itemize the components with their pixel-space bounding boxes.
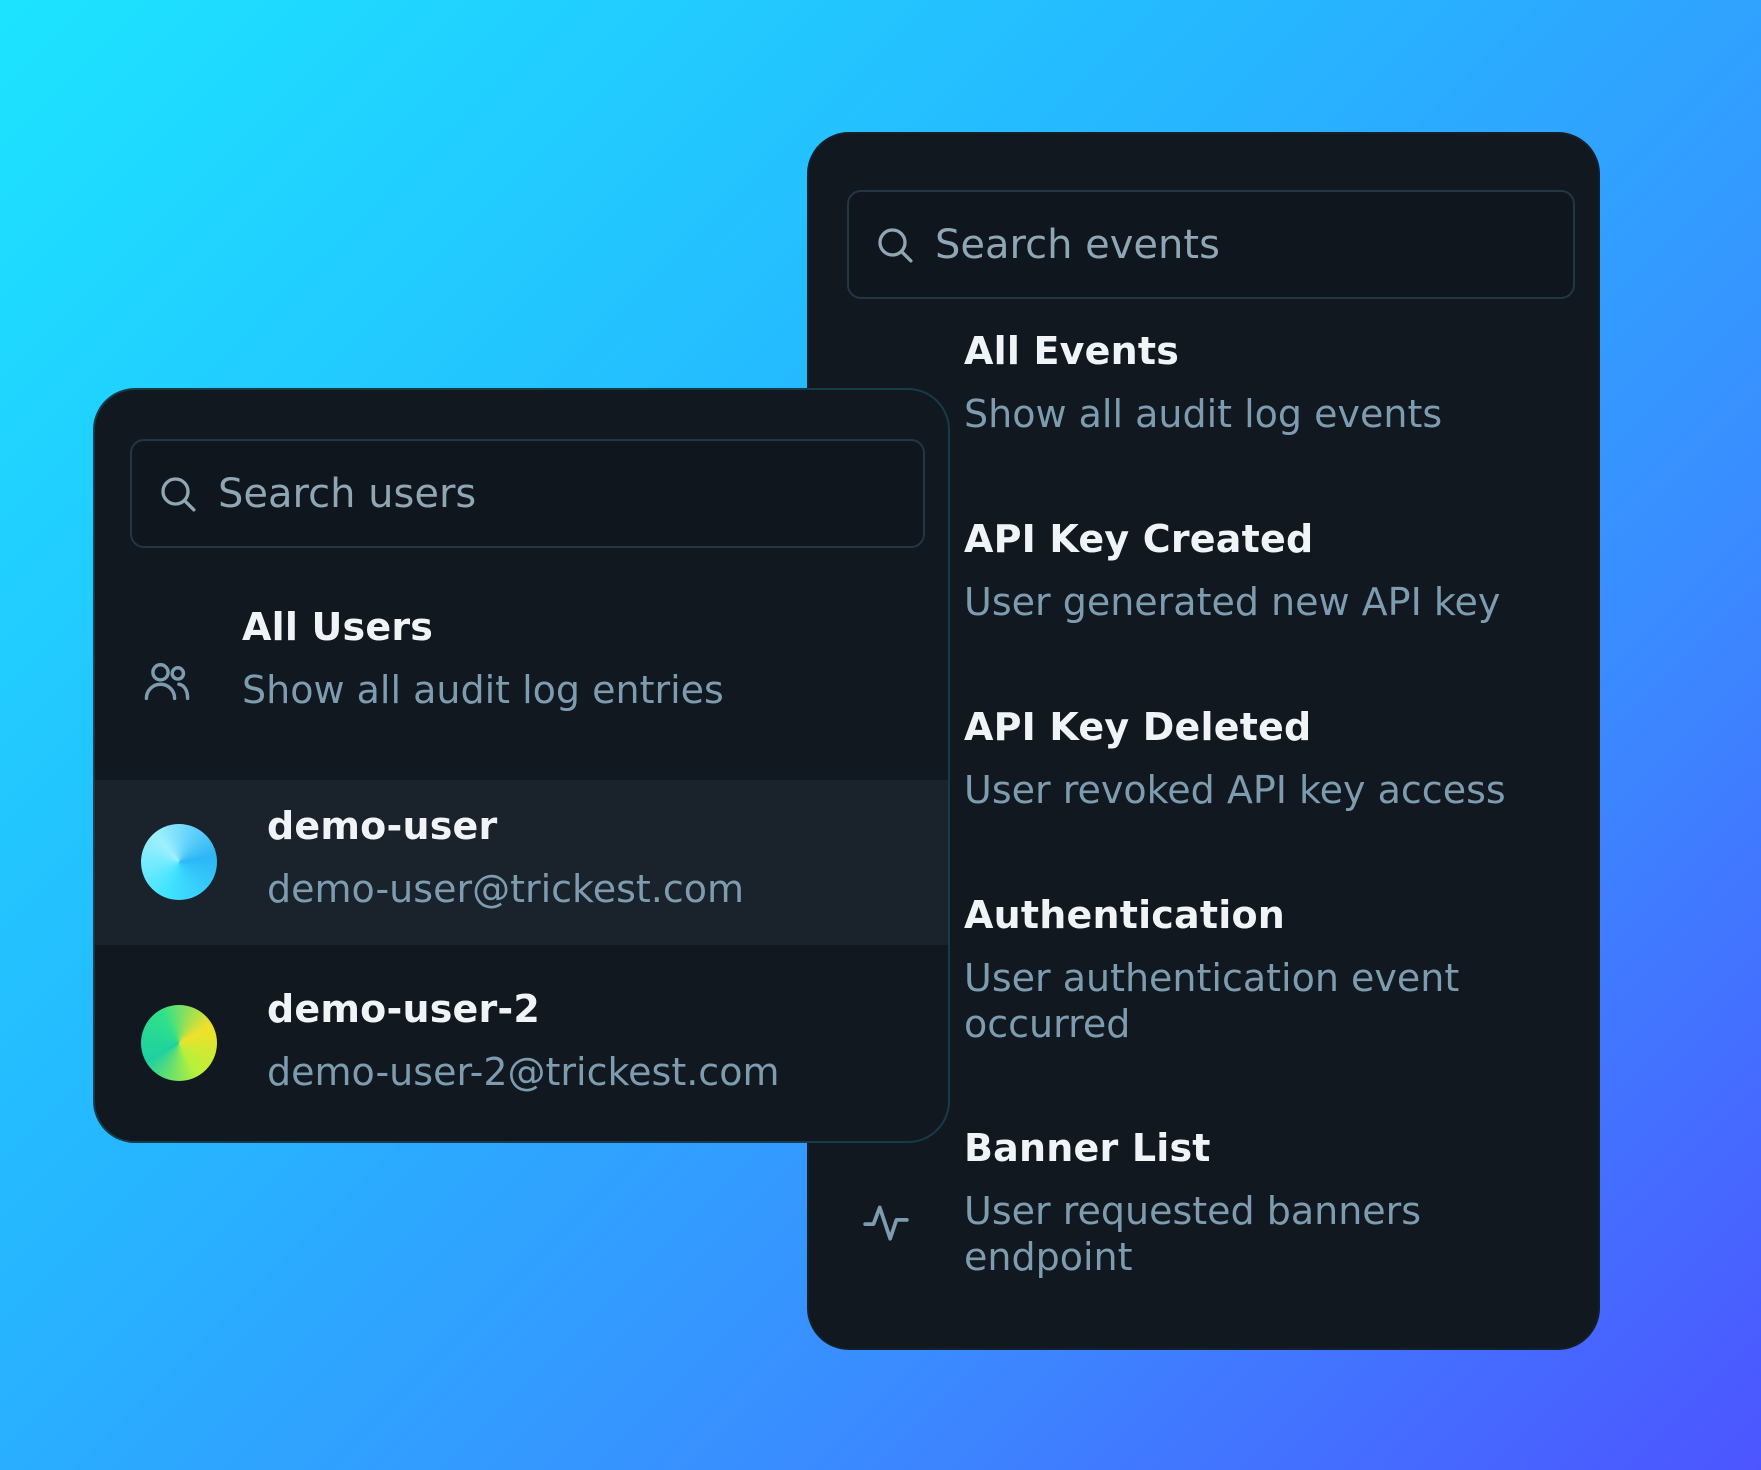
activity-icon [863, 1205, 909, 1241]
users-search-box[interactable] [130, 439, 925, 548]
event-description: User generated new API key [964, 580, 1501, 624]
all-users-option[interactable]: All Users Show all audit log entries [95, 605, 948, 765]
event-title: API Key Created [964, 517, 1314, 561]
users-filter-panel: All Users Show all audit log entries dem… [93, 388, 950, 1143]
event-description: User revoked API key access [964, 768, 1506, 812]
user-list-item[interactable]: demo-user-2 demo-user-2@trickest.com [95, 945, 948, 1130]
search-icon [161, 476, 196, 511]
event-item-api-key-deleted[interactable]: API Key Deleted User revoked API key acc… [964, 705, 1564, 813]
user-name: demo-user-2 [267, 987, 541, 1031]
event-item-api-key-created[interactable]: API Key Created User generated new API k… [964, 517, 1564, 625]
event-title: Authentication [964, 893, 1286, 937]
users-icon [144, 663, 190, 701]
event-title: API Key Deleted [964, 705, 1312, 749]
avatar [141, 824, 217, 900]
event-description: User authentication event occurred [964, 956, 1460, 1046]
event-title: Banner List [964, 1126, 1211, 1170]
all-users-title: All Users [242, 605, 434, 649]
event-description: User requested banners endpoint [964, 1189, 1422, 1279]
event-title: All Events [964, 329, 1180, 373]
events-search-box[interactable] [847, 190, 1575, 299]
avatar [141, 1005, 217, 1081]
event-item-banner-list[interactable]: Banner List User requested banners endpo… [964, 1126, 1564, 1280]
user-email: demo-user-2@trickest.com [267, 1050, 780, 1094]
all-users-description: Show all audit log entries [242, 668, 724, 712]
event-item-authentication[interactable]: Authentication User authentication event… [964, 893, 1564, 1047]
users-search-input[interactable] [218, 470, 851, 517]
search-icon [878, 227, 913, 262]
user-email: demo-user@trickest.com [267, 867, 745, 911]
events-search-input[interactable] [935, 221, 1515, 268]
user-name: demo-user [267, 804, 498, 848]
event-description: Show all audit log events [964, 392, 1443, 436]
event-item-all-events[interactable]: All Events Show all audit log events [964, 329, 1564, 437]
user-list-item-selected[interactable]: demo-user demo-user@trickest.com [95, 780, 948, 945]
